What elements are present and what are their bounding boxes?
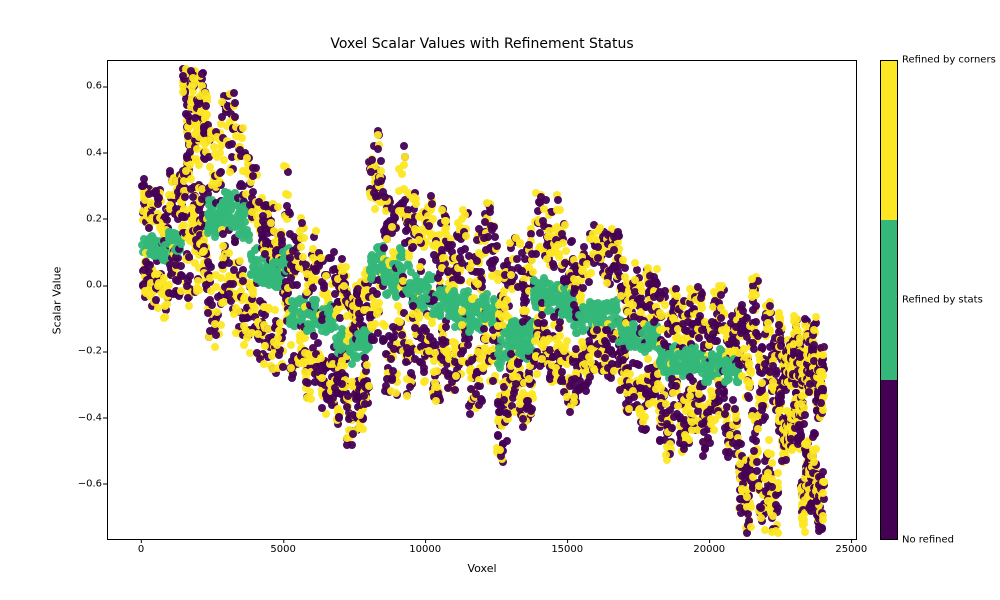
chart-title: Voxel Scalar Values with Refinement Stat… [107,36,857,52]
colorbar [880,60,898,540]
colorbar-segment [881,380,897,539]
y-tick: 0.0 [62,280,102,291]
axes-frame [107,60,857,540]
x-tick: 15000 [551,544,583,555]
scatter-layer [108,61,858,541]
colorbar-segment [881,220,897,379]
y-tick: −0.6 [62,478,102,489]
y-axis-label: Scalar Value [50,60,64,540]
y-tick: −0.2 [62,346,102,357]
x-tick: 0 [138,544,144,555]
colorbar-tick-label: No refined [902,535,954,546]
x-axis-label: Voxel [107,562,857,575]
figure: Voxel Scalar Values with Refinement Stat… [0,0,1000,600]
x-tick: 20000 [693,544,725,555]
y-tick: −0.4 [62,412,102,423]
x-tick: 25000 [835,544,867,555]
y-tick: 0.6 [62,81,102,92]
y-tick: 0.4 [62,147,102,158]
x-tick: 5000 [270,544,295,555]
colorbar-segment [881,61,897,220]
x-tick: 10000 [409,544,441,555]
y-tick: 0.2 [62,213,102,224]
colorbar-tick-label: Refined by corners [902,55,996,66]
colorbar-tick-label: Refined by stats [902,295,983,306]
